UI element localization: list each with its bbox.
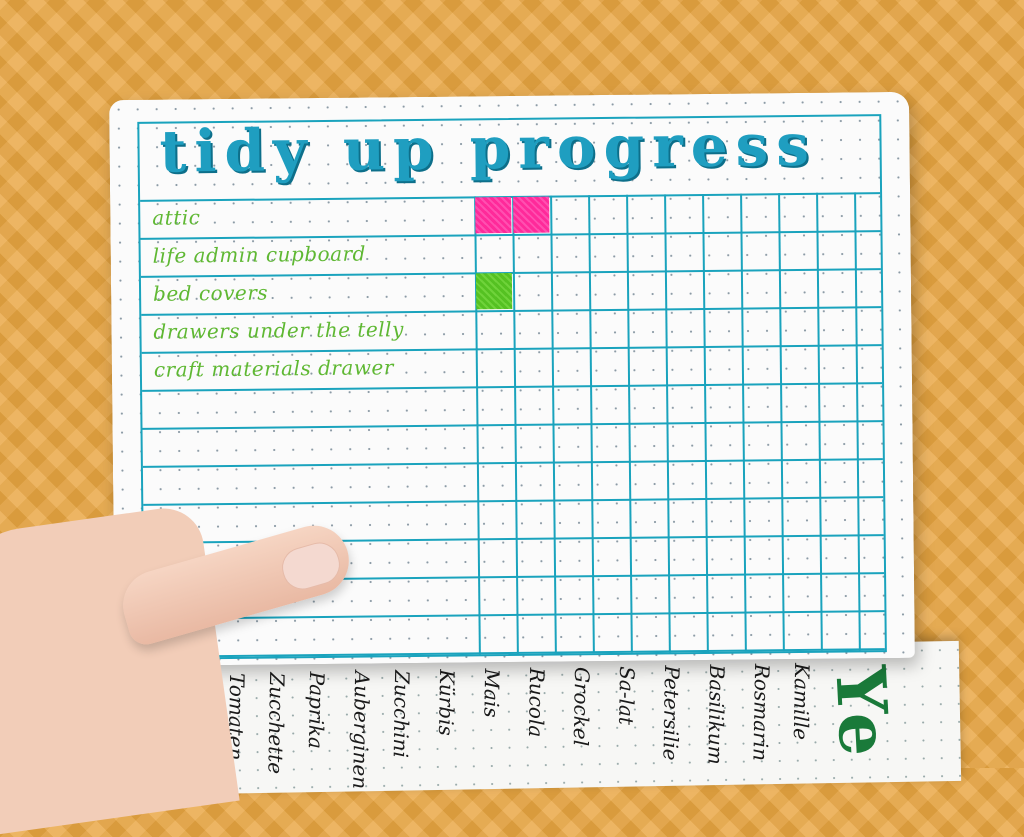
herb-word: Rucola [523,667,550,738]
page-title: tidy up progress [159,110,818,186]
hand [0,503,240,837]
herb-word: Rosmarin [748,663,775,762]
filled-progress-cell [475,272,513,310]
filled-progress-cell [513,196,550,233]
grid-row-line [144,648,885,658]
grid-row-line [143,496,884,506]
herb-word: Grockel [568,666,595,747]
herb-word: Petersilie [658,665,685,761]
task-label: life admin cupboard [152,241,367,268]
task-label: drawers under the telly [153,317,404,344]
herb-word: Kürbis [433,669,460,736]
herb-word: Kamille [788,662,815,741]
herb-word: Auberginen [348,670,375,790]
task-label: bed covers [152,280,269,306]
photo-scene: Tomaten Zucchette Paprika Auberginen Zuc… [0,0,1024,837]
herb-word: Sa-lat [614,666,640,726]
grid-row-line [141,344,882,354]
herb-word: Mais [479,668,505,718]
next-page-heading: Ye [819,663,905,762]
grid-row-line [142,382,883,392]
filled-progress-cell [475,196,512,234]
grid-row-line [142,420,883,430]
task-label: craft materials drawer [153,355,394,382]
herb-word: Paprika [303,671,330,750]
herb-word: Zucchette [263,672,290,775]
herb-word: Basilikum [703,664,730,765]
grid-row-line [142,458,883,468]
herb-word: Zucchini [388,669,415,759]
task-label: attic [152,205,201,230]
